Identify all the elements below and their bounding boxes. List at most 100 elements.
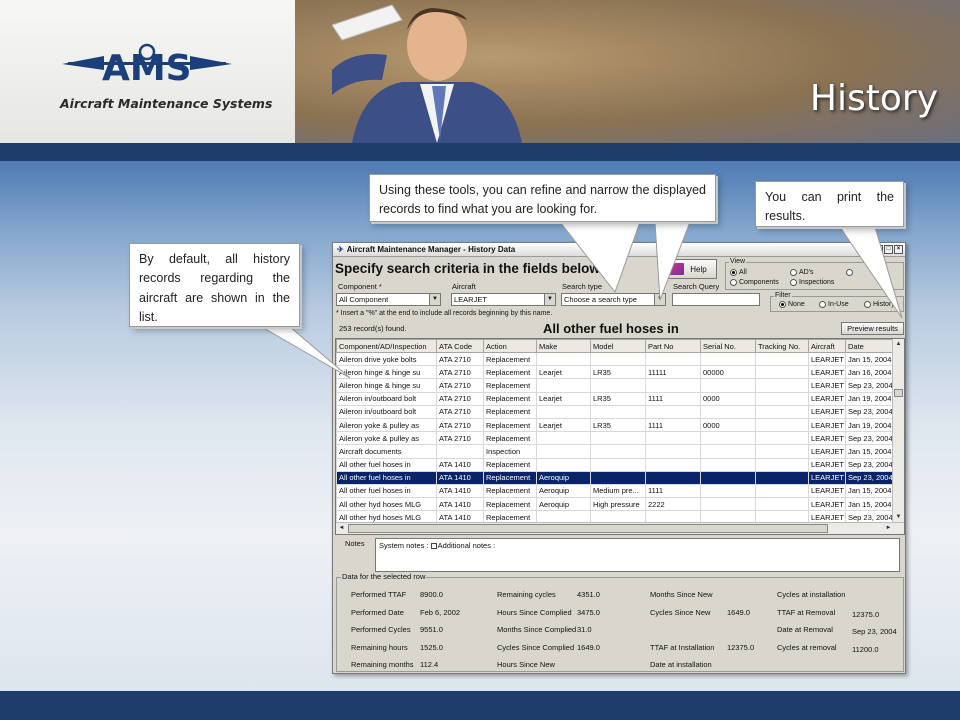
view-radio-extra[interactable] xyxy=(846,269,853,276)
aircraft-select[interactable]: LEARJET ▼ xyxy=(451,293,556,306)
table-cell: Replacement xyxy=(483,365,537,380)
component-label: Component * xyxy=(338,282,382,291)
filter-radio-history[interactable]: History xyxy=(864,301,895,308)
column-header[interactable]: Model xyxy=(590,339,646,353)
scroll-right-icon[interactable]: ► xyxy=(883,523,894,534)
column-header[interactable]: Serial No. xyxy=(700,339,756,353)
table-cell xyxy=(700,457,756,472)
minimize-button[interactable]: _ xyxy=(874,245,883,254)
app-window: ✈ Aircraft Maintenance Manager - History… xyxy=(332,242,906,674)
column-header[interactable]: Component/AD/Inspection xyxy=(336,339,437,353)
table-row[interactable]: All other fuel hoses in ATA 1410 Replaceme… xyxy=(336,457,894,472)
table-row[interactable]: All other fuel hoses in ATA 1410 Replaceme… xyxy=(336,483,894,499)
table-cell xyxy=(536,351,591,367)
table-cell: LEARJET xyxy=(808,497,846,512)
preview-results-button[interactable]: Preview results xyxy=(841,322,904,335)
header-divider xyxy=(0,143,960,161)
additional-notes-label: Additional notes : xyxy=(437,541,496,550)
table-row[interactable]: Aileron yoke & pulley as ATA 2710 Replacem… xyxy=(336,431,894,446)
column-header[interactable]: Part No xyxy=(645,339,701,353)
column-header[interactable]: Tracking No. xyxy=(755,339,809,353)
table-row[interactable]: Aileron hinge & hinge su ATA 2710 Replacem… xyxy=(336,378,894,393)
table-cell: Aeroquip xyxy=(536,470,591,485)
table-cell: ATA 1410 xyxy=(436,483,484,499)
table-cell: Sep 23, 2004 xyxy=(845,378,894,393)
table-cell xyxy=(755,444,809,459)
table-cell: LR35 xyxy=(590,365,646,380)
column-header[interactable]: ATA Code xyxy=(436,339,484,353)
table-cell: Sep 23, 2004 xyxy=(845,431,894,446)
data-field-label: Performed Date xyxy=(351,607,404,617)
column-header[interactable]: Aircraft xyxy=(808,339,846,353)
view-group: View All AD's Components Inspections xyxy=(725,258,904,290)
notes-field[interactable]: System notes : Additional notes : xyxy=(375,538,900,572)
table-cell xyxy=(590,351,646,367)
table-cell: Jan 19, 2004 xyxy=(845,417,894,433)
table-cell: 1111 xyxy=(645,391,701,406)
table-row[interactable]: Aileron in/outboard bolt ATA 2710 Replacem… xyxy=(336,404,894,419)
horizontal-scrollbar[interactable]: ◄ ► xyxy=(336,522,904,534)
table-row[interactable]: Aileron drive yoke bolts ATA 2710 Replacem… xyxy=(336,351,894,367)
logo-subtitle: Aircraft Maintenance Systems xyxy=(60,96,273,111)
component-select[interactable]: All Component ▼ xyxy=(336,293,441,306)
data-field-value: 112.4 xyxy=(420,660,439,669)
table-cell: 11111 xyxy=(645,365,701,380)
help-button[interactable]: Help xyxy=(660,259,717,279)
table-cell: Medium pre... xyxy=(590,483,646,499)
table-row[interactable]: All other fuel hoses in ATA 1410 Replaceme… xyxy=(336,470,894,485)
table-cell: ATA 2710 xyxy=(436,404,484,419)
table-cell: LEARJET xyxy=(808,351,846,367)
data-field-label: Remaining months xyxy=(351,660,414,669)
table-row[interactable]: All other hyd hoses MLG ATA 1410 Replaceme… xyxy=(336,497,894,512)
view-radio-components[interactable]: Components xyxy=(730,279,779,286)
table-row[interactable]: Aileron in/outboard bolt ATA 2710 Replacem… xyxy=(336,391,894,406)
view-radio-inspections[interactable]: Inspections xyxy=(790,279,834,286)
table-cell: LEARJET xyxy=(808,391,846,406)
chevron-down-icon[interactable]: ▼ xyxy=(429,294,440,305)
table-cell xyxy=(645,470,701,485)
data-field-value: 12375.0 xyxy=(727,642,755,652)
table-cell: ATA 1410 xyxy=(436,470,484,485)
search-type-select[interactable]: Choose a search type ▼ xyxy=(561,293,666,306)
view-radio-ads[interactable]: AD's xyxy=(790,269,814,276)
maximize-button[interactable]: □ xyxy=(884,245,893,254)
vertical-scrollbar[interactable]: ▲ ▼ xyxy=(892,339,904,523)
chevron-down-icon[interactable]: ▼ xyxy=(544,294,555,305)
table-cell xyxy=(700,431,756,446)
scroll-up-icon[interactable]: ▲ xyxy=(893,339,904,350)
scroll-thumb[interactable] xyxy=(894,389,903,397)
table-row[interactable]: Aircraft documents Inspection LEARJET Jan 1… xyxy=(336,444,894,459)
view-radio-all[interactable]: All xyxy=(730,269,747,276)
table-cell xyxy=(755,378,809,393)
filter-radio-in-use[interactable]: In-Use xyxy=(819,301,849,308)
table-cell: Replacement xyxy=(483,431,537,446)
chevron-down-icon[interactable]: ▼ xyxy=(654,294,665,305)
column-header[interactable]: Action xyxy=(483,339,537,353)
table-cell: Replacement xyxy=(483,417,537,433)
table-row[interactable]: Aileron yoke & pulley as ATA 2710 Replacem… xyxy=(336,417,894,433)
data-field-value: 1649.0 xyxy=(727,607,750,617)
search-query-input[interactable] xyxy=(672,293,760,306)
table-cell: ATA 2710 xyxy=(436,417,484,433)
table-cell: Replacement xyxy=(483,391,537,406)
scroll-left-icon[interactable]: ◄ xyxy=(336,523,347,534)
table-row[interactable]: Aileron hinge & hinge su ATA 2710 Replacem… xyxy=(336,365,894,380)
table-cell xyxy=(700,483,756,499)
table-cell xyxy=(700,351,756,367)
additional-notes-checkbox[interactable] xyxy=(430,543,437,550)
scroll-thumb[interactable] xyxy=(348,524,828,533)
plane-icon: ✈ xyxy=(337,245,344,254)
table-cell xyxy=(755,391,809,406)
slide-header: AMS Aircraft Maintenance Systems History xyxy=(0,0,960,143)
table-cell: Aileron in/outboard bolt xyxy=(336,404,437,419)
table-cell xyxy=(590,431,646,446)
table-cell: ATA 2710 xyxy=(436,378,484,393)
window-titlebar[interactable]: ✈ Aircraft Maintenance Manager - History… xyxy=(333,243,905,257)
filter-radio-none[interactable]: None xyxy=(779,301,805,308)
data-field-value: 12375.0 xyxy=(852,609,880,619)
column-header[interactable]: Date xyxy=(845,339,894,353)
close-button[interactable]: × xyxy=(894,245,903,254)
column-header[interactable]: Make xyxy=(536,339,591,353)
table-cell: Aileron hinge & hinge su xyxy=(336,365,437,380)
table-cell: 1111 xyxy=(645,417,701,433)
